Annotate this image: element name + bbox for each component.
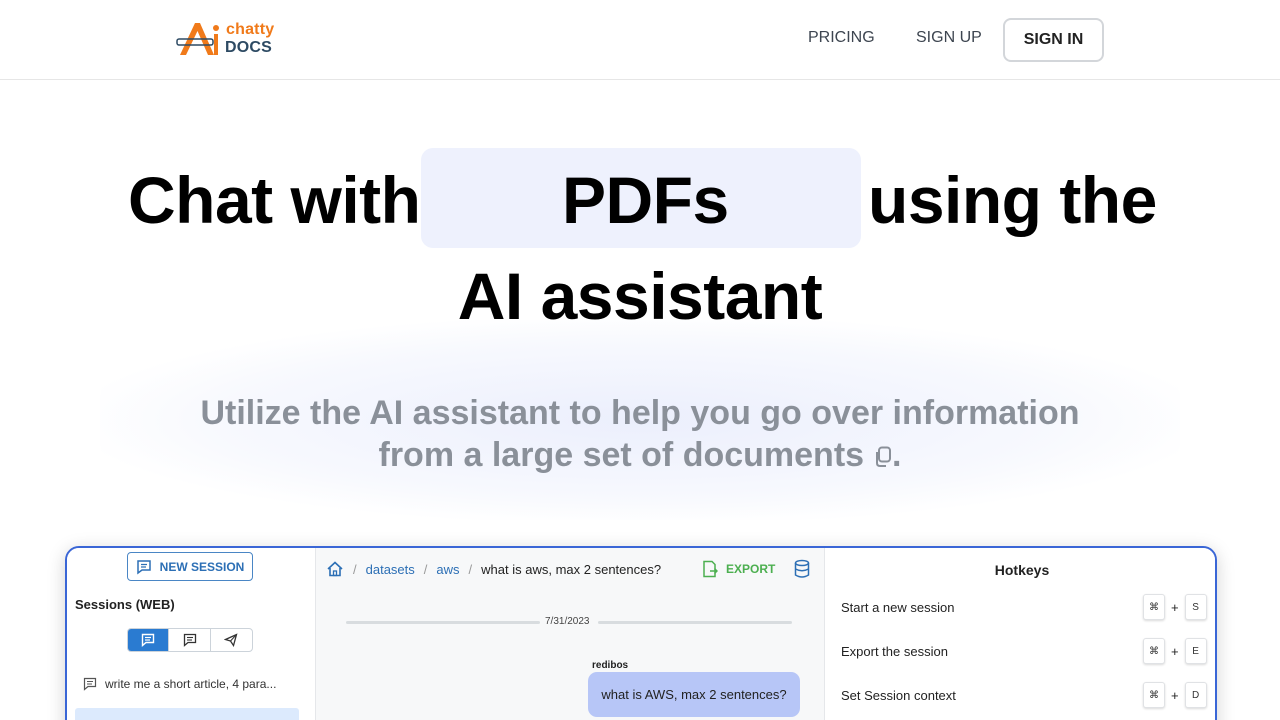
hotkey-label: Set Session context [841,688,956,703]
new-session-label: NEW SESSION [159,559,245,574]
home-icon[interactable] [326,560,344,578]
hotkey-keys: ⌘ + E [1143,638,1207,664]
nav-signup-link[interactable]: SIGN UP [916,29,982,47]
command-key: ⌘ [1143,682,1165,708]
chat-icon [141,633,155,647]
hero-title-line1: Chat with PDFs using the [0,148,1280,248]
hero-subtitle-end: . [892,436,902,474]
breadcrumb-separator: / [353,561,357,577]
letter-key: D [1184,682,1207,708]
breadcrumb-separator: / [468,561,473,577]
session-chat-icon [83,677,97,691]
message-icon [183,633,196,647]
letter-key: E [1184,638,1207,664]
hotkeys-title: Hotkeys [994,562,1050,578]
new-session-button[interactable]: NEW SESSION [127,552,253,581]
hero-subtitle: Utilize the AI assistant to help you go … [160,392,1120,476]
seg-chat-button[interactable] [169,629,211,651]
session-list-item-selected[interactable] [75,708,299,720]
breadcrumb-current: what is aws, max 2 sentences? [481,561,662,577]
logo-text-chatty: chatty [226,21,275,38]
hero-title-suffix: using the [868,163,1157,237]
nav-pricing-link[interactable]: PRICING [808,29,875,47]
hotkey-label: Export the session [841,644,948,659]
chat-bubble-icon [136,559,151,574]
site-header: chatty DOCS PRICING SIGN UP SIGN IN [0,0,1280,80]
hotkey-keys: ⌘ + D [1143,682,1207,708]
seg-web-button[interactable] [128,629,170,651]
letter-key: S [1184,594,1207,620]
command-key: ⌘ [1143,594,1165,620]
command-key: ⌘ [1143,638,1165,664]
message-author: redibos [592,660,629,671]
sign-in-button[interactable]: SIGN IN [1003,18,1104,62]
hotkeys-panel: Hotkeys Start a new session ⌘ + S Export… [825,548,1215,720]
breadcrumb-separator: / [423,561,428,577]
export-button[interactable]: EXPORT [702,560,775,578]
breadcrumb: / datasets / aws / what is aws, max 2 se… [326,558,661,580]
sessions-sidebar: NEW SESSION Sessions (WEB) write me a sh… [67,548,315,720]
logo-text-docs: DOCS [225,39,273,56]
hotkey-keys: ⌘ + S [1143,594,1207,620]
hotkey-row: Export the session ⌘ + E [841,638,1207,666]
documents-icon [876,446,892,467]
hero-subtitle-line2: from a large set of documents [378,436,865,474]
plus-sign: + [1171,643,1179,659]
session-type-toggle [127,628,253,652]
seg-telegram-button[interactable] [211,629,252,651]
breadcrumb-datasets[interactable]: datasets [366,562,415,577]
export-file-icon [703,560,718,578]
logo[interactable]: chatty DOCS [176,19,276,59]
logo-mark-icon [176,23,219,55]
export-label: EXPORT [726,562,776,576]
send-icon [224,633,238,647]
hero-subtitle-line1: Utilize the AI assistant to help you go … [200,394,1080,432]
hotkey-row: Set Session context ⌘ + D [841,682,1207,710]
plus-sign: + [1171,687,1179,703]
plus-sign: + [1171,599,1179,615]
hero-title-prefix: Chat with [128,163,421,237]
chat-panel: / datasets / aws / what is aws, max 2 se… [315,548,825,720]
session-list-item-label: write me a short article, 4 para... [105,677,277,691]
hero-highlight-word: PDFs [562,163,729,237]
app-preview: NEW SESSION Sessions (WEB) write me a sh… [65,546,1217,720]
breadcrumb-aws[interactable]: aws [436,562,459,577]
hotkey-row: Start a new session ⌘ + S [841,594,1207,622]
date-divider-left [346,621,540,624]
chat-date: 7/31/2023 [545,616,590,627]
database-icon[interactable] [794,559,810,579]
sessions-title: Sessions (WEB) [75,597,175,612]
date-divider-right [598,621,792,624]
hotkey-label: Start a new session [841,600,955,615]
hero-subtitle-line2-wrap: from a large set of documents. [160,434,1120,476]
message-bubble: what is AWS, max 2 sentences? [588,672,800,717]
session-list-item[interactable]: write me a short article, 4 para... [75,672,307,696]
